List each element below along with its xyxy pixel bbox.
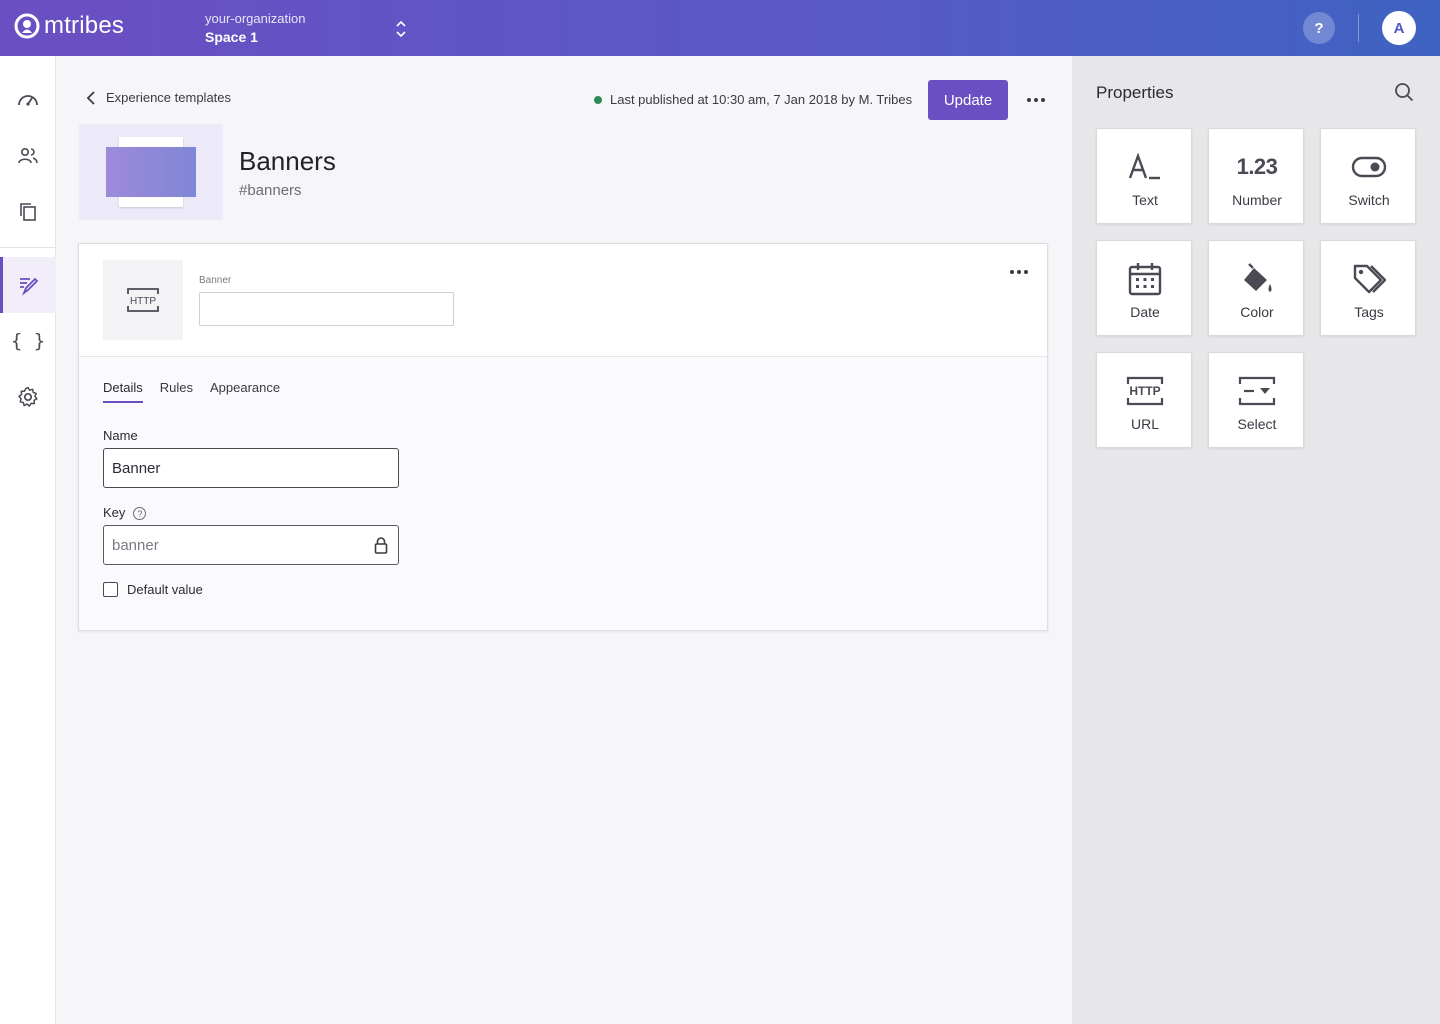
key-label: Key? — [103, 505, 147, 521]
tab-appearance[interactable]: Appearance — [210, 380, 280, 403]
edit-icon — [20, 277, 39, 296]
chevron-left-icon — [86, 90, 95, 105]
more-options-icon[interactable] — [1024, 90, 1048, 110]
property-tile-label: Text — [1132, 192, 1158, 208]
nav-templates[interactable] — [0, 257, 56, 313]
tab-details[interactable]: Details — [103, 380, 143, 403]
publish-status: Last published at 10:30 am, 7 Jan 2018 b… — [594, 92, 912, 107]
nav-settings[interactable] — [0, 369, 56, 425]
chevron-up-down-icon[interactable] — [392, 18, 410, 40]
http-icon: HTTP — [1126, 376, 1164, 406]
properties-panel: Properties Text 1.23 Number Switch Date — [1072, 56, 1440, 1024]
property-tile-number[interactable]: 1.23 Number — [1208, 128, 1304, 224]
property-tabs: Details Rules Appearance — [103, 380, 280, 403]
property-card: HTTP Banner Details Rules Appearance Nam… — [78, 243, 1048, 631]
nav-users[interactable] — [0, 128, 56, 184]
property-tile-tags[interactable]: Tags — [1320, 240, 1416, 336]
tags-icon — [1353, 264, 1387, 294]
property-tile-label: Color — [1240, 304, 1274, 320]
help-button[interactable]: ? — [1303, 12, 1335, 44]
search-icon[interactable] — [1394, 82, 1414, 102]
default-value-label: Default value — [127, 582, 203, 597]
property-tile-text[interactable]: Text — [1096, 128, 1192, 224]
text-icon — [1128, 152, 1160, 180]
property-tile-switch[interactable]: Switch — [1320, 128, 1416, 224]
publish-status-text: Last published at 10:30 am, 7 Jan 2018 b… — [610, 92, 913, 107]
update-button[interactable]: Update — [928, 80, 1008, 120]
help-circle-icon[interactable]: ? — [133, 507, 147, 521]
page-title: Banners — [239, 146, 336, 176]
tab-rules[interactable]: Rules — [160, 380, 193, 403]
org-name: your-organization — [205, 11, 306, 26]
key-input-value: banner — [112, 536, 159, 554]
property-tile-label: Number — [1232, 192, 1282, 208]
users-icon — [18, 148, 38, 164]
property-type-tile: HTTP — [103, 260, 183, 340]
key-label-text: Key — [103, 505, 126, 520]
template-thumbnail — [79, 124, 223, 220]
back-link-label: Experience templates — [106, 90, 232, 105]
name-label: Name — [103, 428, 138, 443]
banner-value-input[interactable] — [199, 292, 454, 326]
svg-text:HTTP: HTTP — [130, 296, 156, 307]
rail-divider — [0, 247, 55, 248]
properties-title: Properties — [1096, 83, 1174, 102]
property-tile-label: Switch — [1348, 192, 1390, 208]
property-tile-label: Date — [1130, 304, 1160, 320]
property-tile-color[interactable]: Color — [1208, 240, 1304, 336]
left-nav-rail: { } — [0, 56, 56, 1024]
calendar-icon — [1128, 263, 1162, 296]
select-icon — [1238, 376, 1276, 406]
mtribes-logo-icon — [14, 13, 40, 39]
copy-icon — [20, 203, 36, 221]
nav-experiences[interactable] — [0, 184, 56, 240]
name-input[interactable]: Banner — [103, 448, 399, 488]
http-icon: HTTP — [127, 288, 159, 312]
paint-bucket-icon — [1244, 263, 1272, 292]
property-tile-date[interactable]: Date — [1096, 240, 1192, 336]
default-value-checkbox[interactable] — [103, 582, 118, 597]
default-value-row[interactable]: Default value — [103, 582, 203, 597]
svg-text:HTTP: HTTP — [1129, 384, 1160, 398]
property-tile-label: URL — [1130, 416, 1159, 432]
brand-logo[interactable]: mtribes — [14, 12, 124, 40]
key-input[interactable]: banner — [103, 525, 399, 565]
space-name: Space 1 — [205, 29, 258, 45]
lock-icon — [374, 537, 388, 554]
braces-icon: { } — [10, 330, 46, 352]
settings-icon — [18, 386, 38, 407]
user-avatar[interactable]: A — [1382, 11, 1416, 45]
main-content: Experience templates Last published at 1… — [56, 56, 1072, 1024]
property-tile-label: Select — [1237, 416, 1277, 432]
template-key: #banners — [239, 182, 302, 199]
property-tile-label: Tags — [1354, 304, 1384, 320]
space-selector[interactable]: your-organization Space 1 — [205, 11, 305, 45]
number-icon: 1.23 — [1236, 154, 1278, 179]
nav-developer[interactable]: { } — [0, 313, 56, 369]
property-tile-url[interactable]: HTTP URL — [1096, 352, 1192, 448]
brand-name: mtribes — [44, 12, 125, 39]
switch-icon — [1351, 156, 1387, 178]
property-tile-select[interactable]: Select — [1208, 352, 1304, 448]
property-card-header: HTTP Banner — [79, 244, 1047, 357]
name-input-value: Banner — [112, 459, 161, 477]
nav-dashboard[interactable] — [0, 72, 56, 128]
top-bar: mtribes your-organization Space 1 ? A — [0, 0, 1440, 56]
dashboard-icon — [18, 95, 38, 106]
thumbnail-banner — [106, 147, 196, 197]
status-dot-icon — [594, 95, 602, 104]
banner-field-caption: Banner — [199, 275, 232, 286]
card-more-options-icon[interactable] — [1007, 262, 1031, 282]
back-link[interactable]: Experience templates — [86, 90, 231, 105]
top-divider — [1358, 14, 1359, 42]
